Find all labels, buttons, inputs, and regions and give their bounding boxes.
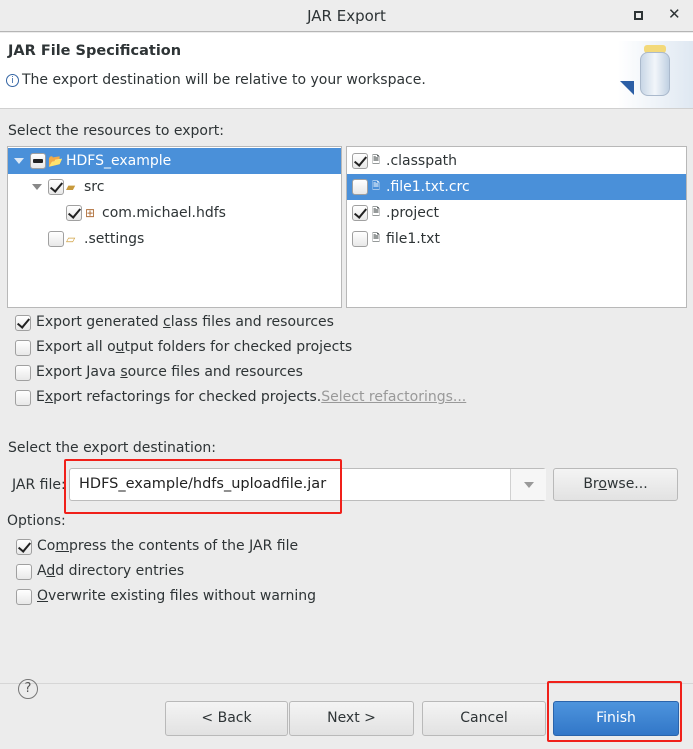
tree-item-label: com.michael.hdfs: [102, 205, 226, 221]
tree-item-package[interactable]: ⊞ com.michael.hdfs: [8, 200, 341, 226]
help-icon[interactable]: ?: [18, 679, 38, 699]
checkbox[interactable]: [352, 179, 368, 195]
tree-item-label: src: [84, 179, 105, 195]
xml-file-icon: 🗎: [372, 207, 381, 218]
chevron-down-icon: [524, 482, 534, 488]
cancel-button[interactable]: Cancel: [422, 701, 546, 736]
checkbox[interactable]: [352, 231, 368, 247]
text-file-icon: 🗎: [372, 181, 381, 192]
jar-file-label: JAR file:: [12, 477, 66, 493]
close-button[interactable]: ✕: [668, 5, 681, 23]
checkbox[interactable]: [352, 205, 368, 221]
dropdown-button[interactable]: [510, 469, 546, 500]
text-file-icon: 🗎: [372, 233, 381, 244]
option-label: Compress the contents of the JAR file: [37, 538, 299, 554]
option-label: Export Java source files and resources: [36, 364, 303, 380]
info-text: The export destination will be relative …: [22, 72, 426, 88]
checkbox[interactable]: [48, 231, 64, 247]
source-folder-icon: ▰: [66, 180, 76, 194]
file-item-label: .project: [386, 205, 440, 221]
page-title: JAR File Specification: [8, 43, 182, 59]
expand-icon[interactable]: [14, 158, 24, 164]
file-list[interactable]: 🗎 .classpath 🗎 .file1.txt.crc 🗎 .project…: [346, 146, 687, 308]
window-title: JAR Export: [307, 7, 386, 25]
highlight-jar-file: [64, 459, 342, 514]
checkbox[interactable]: [30, 153, 46, 169]
tree-item-label: HDFS_example: [66, 153, 172, 169]
file-item-label: file1.txt: [386, 231, 440, 247]
highlight-finish: [547, 681, 682, 742]
project-folder-icon: 📂: [48, 154, 63, 168]
option-label: Add directory entries: [37, 563, 185, 579]
file-item-classpath[interactable]: 🗎 .classpath: [347, 148, 686, 174]
checkbox[interactable]: [15, 340, 31, 356]
next-button[interactable]: Next >: [289, 701, 414, 736]
checkbox[interactable]: [48, 179, 64, 195]
title-bar: JAR Export ✕: [0, 0, 693, 32]
checkbox[interactable]: [16, 564, 32, 580]
back-button[interactable]: < Back: [165, 701, 288, 736]
checkbox[interactable]: [16, 539, 32, 555]
select-refactorings-link[interactable]: Select refactorings...: [321, 389, 466, 405]
tree-item-label: .settings: [84, 231, 145, 247]
wizard-header: JAR File Specification i The export desti…: [0, 33, 693, 109]
option-label: Export generated class files and resourc…: [36, 314, 334, 330]
folder-icon: ▱: [66, 232, 76, 246]
expand-icon[interactable]: [32, 184, 42, 190]
option-label: Overwrite existing files without warning: [37, 588, 316, 604]
options-label: Options:: [7, 513, 66, 529]
info-message: i The export destination will be relative…: [6, 72, 426, 88]
package-icon: ⊞: [85, 206, 96, 220]
file-item-label: .classpath: [386, 153, 458, 169]
tree-item-src[interactable]: ▰ src: [8, 174, 341, 200]
tree-item-settings[interactable]: ▱ .settings: [8, 226, 341, 252]
file-item-file1[interactable]: 🗎 file1.txt: [347, 226, 686, 252]
option-label: Export refactorings for checked projects…: [36, 389, 467, 405]
info-icon: i: [6, 74, 19, 87]
checkbox[interactable]: [15, 365, 31, 381]
browse-button[interactable]: Browse...: [553, 468, 678, 501]
file-item-file1-crc[interactable]: 🗎 .file1.txt.crc: [347, 174, 686, 200]
checkbox[interactable]: [66, 205, 82, 221]
maximize-button[interactable]: [634, 11, 643, 20]
checkbox[interactable]: [15, 315, 31, 331]
destination-label: Select the export destination:: [8, 440, 217, 456]
xml-file-icon: 🗎: [372, 155, 381, 166]
resource-tree[interactable]: 📂 HDFS_example ▰ src ⊞ com.michael.hdfs …: [7, 146, 342, 308]
checkbox[interactable]: [15, 390, 31, 406]
checkbox[interactable]: [352, 153, 368, 169]
file-item-project[interactable]: 🗎 .project: [347, 200, 686, 226]
jar-banner-icon: [618, 41, 693, 108]
file-item-label: .file1.txt.crc: [386, 179, 470, 195]
option-label: Export all output folders for checked pr…: [36, 339, 353, 355]
tree-item-hdfs-example[interactable]: 📂 HDFS_example: [8, 148, 341, 174]
resources-label: Select the resources to export:: [8, 123, 224, 139]
checkbox[interactable]: [16, 589, 32, 605]
